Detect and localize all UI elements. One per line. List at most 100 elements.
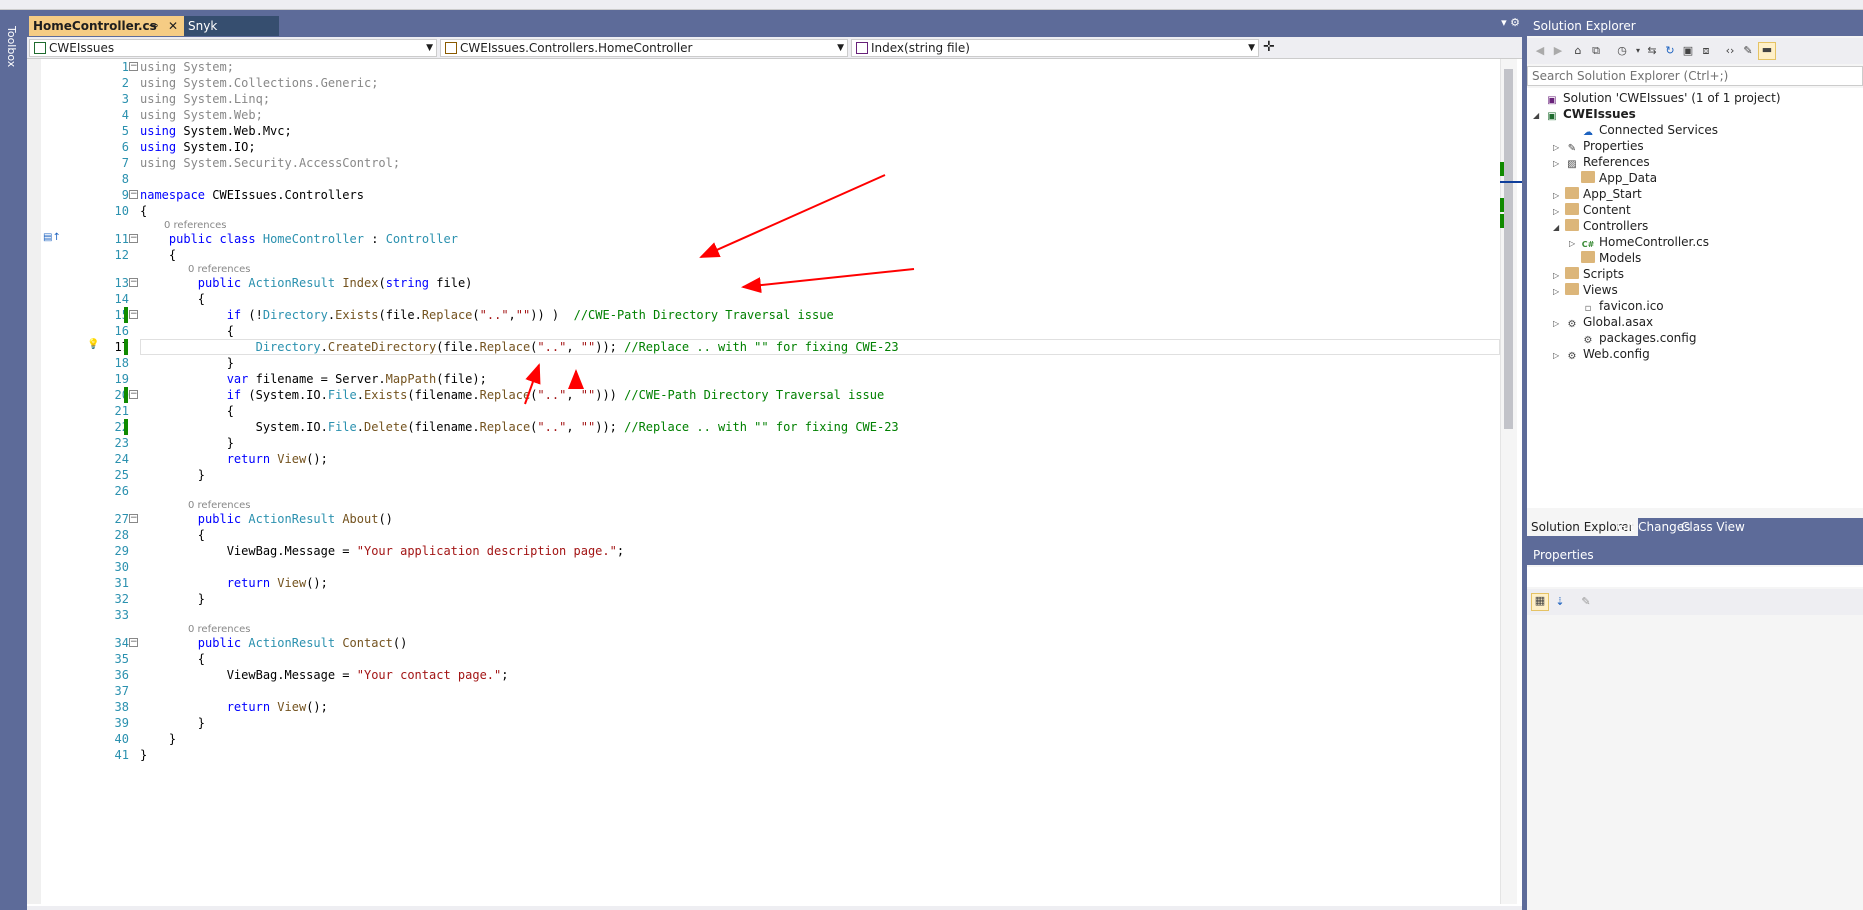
tab-overflow-icons[interactable]: ▾ ⚙ xyxy=(1501,16,1520,29)
properties-object-selector[interactable] xyxy=(1527,567,1863,587)
collapse-icon[interactable]: − xyxy=(129,638,138,647)
code-line[interactable]: 34− public ActionResult Contact() xyxy=(27,635,1497,651)
top-strip xyxy=(0,0,1863,10)
tree-item-app-data[interactable]: App_Data xyxy=(1569,170,1657,186)
tree-project[interactable]: ◢ ▣ CWEIssues xyxy=(1533,106,1636,122)
preview-selected-icon[interactable]: ▬ xyxy=(1758,42,1776,60)
expand-icon[interactable]: ▷ xyxy=(1553,156,1565,172)
tree-solution[interactable]: ▣ Solution 'CWEIssues' (1 of 1 project) xyxy=(1533,90,1780,106)
tree-item-label: Controllers xyxy=(1583,219,1649,233)
chevron-down-icon[interactable]: ▾ xyxy=(1631,44,1645,58)
show-all-files-icon[interactable]: ⧈ xyxy=(1699,44,1713,58)
home-icon[interactable]: ⌂ xyxy=(1571,44,1585,58)
solution-explorer-title[interactable]: Solution Explorer xyxy=(1527,16,1863,36)
tree-item-packages-config[interactable]: ⚙ packages.config xyxy=(1569,330,1697,346)
code-line[interactable]: 37 xyxy=(27,683,1497,699)
code-line[interactable]: 25 } xyxy=(27,467,1497,483)
code-line[interactable]: 31 return View(); xyxy=(27,575,1497,591)
collapse-all-icon[interactable]: ▣ xyxy=(1681,44,1695,58)
chevron-down-icon: ▼ xyxy=(837,43,844,53)
property-pages-icon[interactable]: ✎ xyxy=(1579,595,1593,609)
code-text[interactable]: } xyxy=(140,715,205,731)
tree-item-properties[interactable]: ▷ ✎ Properties xyxy=(1553,138,1644,154)
tree-item-models[interactable]: Models xyxy=(1569,250,1641,266)
tab-snyk[interactable]: Snyk xyxy=(184,16,279,36)
toolbox-label[interactable]: Toolbox xyxy=(5,26,18,67)
code-line[interactable]: 38 return View(); xyxy=(27,699,1497,715)
code-line[interactable]: 41} xyxy=(27,747,1497,763)
expand-icon[interactable]: ▷ xyxy=(1553,284,1565,300)
code-line[interactable]: 39 } xyxy=(27,715,1497,731)
properties-title[interactable]: Properties xyxy=(1527,545,1863,565)
code-text[interactable]: return View(); xyxy=(140,699,328,715)
code-text[interactable]: } xyxy=(140,591,205,607)
folder-icon xyxy=(1565,203,1579,215)
tree-item-controllers[interactable]: ◢ Controllers xyxy=(1553,218,1648,234)
code-text[interactable]: { xyxy=(140,651,205,667)
code-line[interactable]: 36 ViewBag.Message = "Your contact page.… xyxy=(27,667,1497,683)
line-number: 32 xyxy=(114,592,129,606)
type-dropdown[interactable]: CWEIssues.Controllers.HomeController ▼ xyxy=(440,39,848,57)
code-text[interactable]: public ActionResult About() xyxy=(140,511,393,527)
split-window-icon[interactable]: ✛ xyxy=(1263,39,1275,55)
code-text[interactable]: { xyxy=(140,527,205,543)
categorized-icon[interactable]: ▦ xyxy=(1531,593,1549,611)
tree-item-references[interactable]: ▷ ▨ References xyxy=(1553,154,1650,170)
expanded-icon[interactable]: ◢ xyxy=(1533,108,1545,124)
tree-item-scripts[interactable]: ▷ Scripts xyxy=(1553,266,1624,282)
line-number: 30 xyxy=(114,560,129,574)
pin-icon[interactable]: ⊸ xyxy=(149,16,158,36)
expand-icon[interactable]: ▷ xyxy=(1553,316,1565,332)
alphabetical-icon[interactable]: ⇣ xyxy=(1553,595,1567,609)
class-icon xyxy=(445,42,457,54)
solution-search-input[interactable]: Search Solution Explorer (Ctrl+;) xyxy=(1527,66,1863,86)
project-dropdown[interactable]: CWEIssues ▼ xyxy=(29,39,437,57)
pending-changes-icon[interactable]: ◷ xyxy=(1615,44,1629,58)
tree-item-connected-services[interactable]: ☁ Connected Services xyxy=(1569,122,1718,138)
code-line[interactable]: 35 { xyxy=(27,651,1497,667)
code-line[interactable]: 29 ViewBag.Message = "Your application d… xyxy=(27,543,1497,559)
forward-icon[interactable]: ▶ xyxy=(1551,44,1565,58)
collapse-icon[interactable]: − xyxy=(129,514,138,523)
expand-icon[interactable]: ▷ xyxy=(1553,348,1565,364)
type-dropdown-label: CWEIssues.Controllers.HomeController xyxy=(460,41,693,55)
properties-grid xyxy=(1527,615,1863,910)
code-text[interactable]: ViewBag.Message = "Your application desc… xyxy=(140,543,624,559)
wrench-icon[interactable]: ✎ xyxy=(1741,44,1755,58)
code-line[interactable]: 30 xyxy=(27,559,1497,575)
tree-item-label: Content xyxy=(1583,203,1631,217)
code-text[interactable]: return View(); xyxy=(140,575,328,591)
tree-item-global-asax[interactable]: ▷ ⚙ Global.asax xyxy=(1553,314,1653,330)
toolbox-rail[interactable]: Toolbox xyxy=(0,10,27,910)
close-icon[interactable]: ✕ xyxy=(168,16,178,36)
code-text[interactable]: } xyxy=(140,467,205,483)
code-text[interactable]: public ActionResult Contact() xyxy=(140,635,408,651)
member-dropdown[interactable]: Index(string file) ▼ xyxy=(851,39,1259,57)
code-line[interactable]: 32 } xyxy=(27,591,1497,607)
code-text[interactable]: ViewBag.Message = "Your contact page."; xyxy=(140,667,509,683)
switch-views-icon[interactable]: ⧉ xyxy=(1589,44,1603,58)
back-icon[interactable]: ◀ xyxy=(1533,44,1547,58)
tree-item-web-config[interactable]: ▷ ⚙ Web.config xyxy=(1553,346,1650,362)
code-line[interactable]: 27− public ActionResult About() xyxy=(27,511,1497,527)
code-line[interactable]: 26 xyxy=(27,483,1497,499)
tree-item-label: App_Start xyxy=(1583,187,1642,201)
code-text[interactable]: } xyxy=(140,731,176,747)
code-line[interactable]: 28 { xyxy=(27,527,1497,543)
code-text[interactable]: } xyxy=(140,747,147,763)
tree-item-favicon-ico[interactable]: ▫ favicon.ico xyxy=(1569,298,1664,314)
view-code-icon[interactable]: ‹› xyxy=(1723,44,1737,58)
tree-item-app-start[interactable]: ▷ App_Start xyxy=(1553,186,1642,202)
tree-item-content[interactable]: ▷ Content xyxy=(1553,202,1631,218)
code-line[interactable]: 33 xyxy=(27,607,1497,623)
tab-class-view[interactable]: Class View xyxy=(1677,518,1749,536)
expanded-icon[interactable]: ◢ xyxy=(1553,220,1565,236)
tab-homecontroller[interactable]: HomeController.cs ⊸ ✕ xyxy=(29,16,184,36)
tree-item-homecontroller-cs[interactable]: ▷ C# HomeController.cs xyxy=(1569,234,1709,250)
refresh-icon[interactable]: ↻ xyxy=(1663,44,1677,58)
sync-icon[interactable]: ⇆ xyxy=(1645,44,1659,58)
tree-item-label: favicon.ico xyxy=(1599,299,1664,313)
tree-item-views[interactable]: ▷ Views xyxy=(1553,282,1618,298)
chevron-down-icon: ▼ xyxy=(1248,43,1255,53)
code-line[interactable]: 40 } xyxy=(27,731,1497,747)
